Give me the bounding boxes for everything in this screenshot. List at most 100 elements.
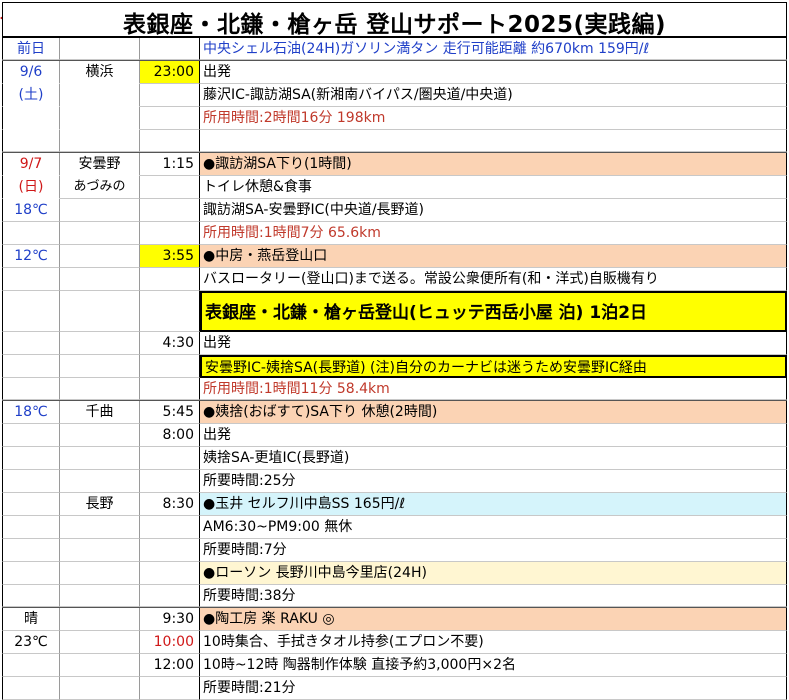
- cell-note[interactable]: 所要時間:38分: [200, 585, 787, 607]
- cell-time[interactable]: 9:30: [140, 608, 200, 631]
- cell-day[interactable]: 9/6: [2, 61, 60, 84]
- cell-day[interactable]: [2, 355, 60, 378]
- cell-time[interactable]: [140, 585, 200, 607]
- cell-note[interactable]: 出発: [200, 332, 787, 355]
- cell-day[interactable]: 前日: [2, 38, 60, 60]
- cell-note[interactable]: ●玉井 セルフ川中島SS 165円/ℓ: [200, 493, 787, 516]
- cell-time[interactable]: [140, 677, 200, 700]
- cell-place[interactable]: [60, 470, 140, 493]
- cell-place[interactable]: [60, 677, 140, 700]
- cell-note[interactable]: 所要時間:25分: [200, 470, 787, 493]
- cell-day[interactable]: [2, 222, 60, 245]
- cell-place[interactable]: [60, 84, 140, 107]
- cell-day[interactable]: 12℃: [2, 245, 60, 268]
- cell-day[interactable]: [2, 539, 60, 562]
- cell-time[interactable]: 23:00: [140, 61, 200, 84]
- cell-time[interactable]: 10:00: [140, 631, 200, 654]
- cell-time[interactable]: 8:00: [140, 424, 200, 447]
- cell-note[interactable]: ●ローソン 長野川中島今里店(24H): [200, 562, 787, 585]
- cell-day[interactable]: [2, 268, 60, 291]
- cell-place[interactable]: [60, 654, 140, 677]
- cell-place[interactable]: [60, 38, 140, 60]
- cell-place[interactable]: [60, 539, 140, 562]
- cell-day[interactable]: [2, 493, 60, 516]
- cell-time[interactable]: [140, 562, 200, 585]
- cell-time[interactable]: 5:45: [140, 401, 200, 424]
- cell-day[interactable]: [2, 516, 60, 539]
- cell-place[interactable]: [60, 562, 140, 585]
- cell-time[interactable]: [140, 268, 200, 291]
- cell-place[interactable]: [60, 516, 140, 539]
- cell-note[interactable]: 所用時間:1時間7分 65.6km: [200, 222, 787, 245]
- cell-place[interactable]: [60, 199, 140, 222]
- cell-place[interactable]: [60, 268, 140, 291]
- cell-place[interactable]: [60, 332, 140, 355]
- cell-note[interactable]: 10時~12時 陶器制作体験 直接予約3,000円×2名: [200, 654, 787, 677]
- cell-time[interactable]: [140, 107, 200, 130]
- cell-place[interactable]: [60, 585, 140, 607]
- cell-place[interactable]: [60, 355, 140, 378]
- cell-day[interactable]: 9/7: [2, 153, 60, 176]
- cell-day[interactable]: [2, 332, 60, 355]
- cell-note[interactable]: ●姨捨(おばすて)SA下り 休憩(2時間): [200, 401, 787, 424]
- cell-place[interactable]: [60, 447, 140, 470]
- cell-time[interactable]: [140, 539, 200, 562]
- cell-note[interactable]: 10時集合、手拭きタオル持参(エプロン不要): [200, 631, 787, 654]
- cell-day[interactable]: 晴: [2, 608, 60, 631]
- cell-place[interactable]: [60, 631, 140, 654]
- cell-note[interactable]: バスロータリー(登山口)まで送る。常設公衆便所有(和・洋式)自販機有り: [200, 268, 787, 291]
- cell-day[interactable]: [2, 470, 60, 493]
- cell-note[interactable]: ●陶工房 楽 RAKU ◎: [200, 608, 787, 631]
- cell-time[interactable]: [140, 470, 200, 493]
- cell-note[interactable]: 中央シェル石油(24H)ガソリン満タン 走行可能距離 約670km 159円/ℓ: [200, 38, 787, 60]
- cell-time[interactable]: [140, 378, 200, 400]
- cell-note[interactable]: ●諏訪湖SA下り(1時間): [200, 153, 787, 176]
- cell-note[interactable]: 出発: [200, 424, 787, 447]
- cell-day[interactable]: (土): [2, 84, 60, 107]
- sheet-title-cell[interactable]: 表銀座・北鎌・槍ヶ岳 登山サポート2025(実践編): [2, 2, 787, 38]
- cell-note[interactable]: 出発: [200, 61, 787, 84]
- cell-time[interactable]: [140, 38, 200, 60]
- cell-note[interactable]: 所用時間:2時間16分 198km: [200, 107, 787, 130]
- cell-day[interactable]: [2, 424, 60, 447]
- cell-place[interactable]: [60, 222, 140, 245]
- cell-note[interactable]: 藤沢IC-諏訪湖SA(新湘南バイパス/圏央道/中央道): [200, 84, 787, 107]
- cell-place[interactable]: [60, 107, 140, 130]
- cell-place[interactable]: 横浜: [60, 61, 140, 84]
- cell-time[interactable]: 1:15: [140, 153, 200, 176]
- cell-day[interactable]: [2, 562, 60, 585]
- cell-day[interactable]: 18℃: [2, 401, 60, 424]
- cell-place[interactable]: 安曇野: [60, 153, 140, 176]
- cell-day[interactable]: 18℃: [2, 199, 60, 222]
- cell-note[interactable]: 姨捨SA-更埴IC(長野道): [200, 447, 787, 470]
- cell-day[interactable]: [2, 677, 60, 700]
- cell-place[interactable]: [60, 378, 140, 400]
- cell-time[interactable]: [140, 516, 200, 539]
- cell-time[interactable]: [140, 291, 200, 332]
- cell-place[interactable]: あづみの: [60, 176, 140, 199]
- cell-time[interactable]: [140, 355, 200, 378]
- cell-note[interactable]: ●中房・燕岳登山口: [200, 245, 787, 268]
- cell-note-highlight[interactable]: 安曇野IC-姨捨SA(長野道) (注)自分のカーナビは迷うため安曇野IC経由: [200, 355, 787, 378]
- cell-time[interactable]: 12:00: [140, 654, 200, 677]
- cell-place[interactable]: [60, 130, 140, 152]
- cell-time[interactable]: 8:30: [140, 493, 200, 516]
- cell-note[interactable]: トイレ休憩&食事: [200, 176, 787, 199]
- cell-note[interactable]: 諏訪湖SA-安曇野IC(中央道/長野道): [200, 199, 787, 222]
- cell-place[interactable]: [60, 608, 140, 631]
- cell-time[interactable]: [140, 199, 200, 222]
- cell-note[interactable]: AM6:30~PM9:00 無休: [200, 516, 787, 539]
- cell-note[interactable]: 所要時間:21分: [200, 677, 787, 700]
- cell-place[interactable]: 長野: [60, 493, 140, 516]
- cell-note[interactable]: 所要時間:7分: [200, 539, 787, 562]
- cell-time[interactable]: [140, 222, 200, 245]
- cell-note[interactable]: 所用時間:1時間11分 58.4km: [200, 378, 787, 400]
- cell-note[interactable]: [200, 130, 787, 152]
- cell-day[interactable]: [2, 107, 60, 130]
- cell-day[interactable]: [2, 291, 60, 332]
- cell-place[interactable]: [60, 245, 140, 268]
- cell-time[interactable]: [140, 130, 200, 152]
- cell-day[interactable]: [2, 654, 60, 677]
- cell-place[interactable]: 千曲: [60, 401, 140, 424]
- cell-time[interactable]: 3:55: [140, 245, 200, 268]
